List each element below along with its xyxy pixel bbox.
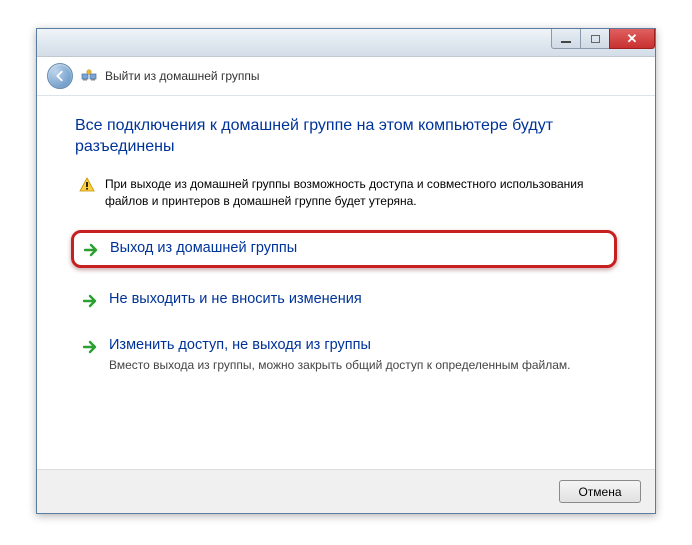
option-body: Выход из домашней группы	[110, 239, 606, 258]
option-body: Изменить доступ, не выходя из группы Вме…	[109, 336, 611, 374]
cancel-button[interactable]: Отмена	[559, 480, 641, 503]
option-stay[interactable]: Не выходить и не вносить изменения	[75, 282, 617, 318]
window-controls: ✕	[552, 29, 655, 49]
option-title: Изменить доступ, не выходя из группы	[109, 336, 611, 355]
dialog-window: ✕ Выйти из домашней группы Все подключен…	[36, 28, 656, 514]
option-title: Выход из домашней группы	[110, 239, 606, 258]
close-button[interactable]: ✕	[609, 29, 655, 49]
warning-row: При выходе из домашней группы возможност…	[75, 176, 617, 211]
warning-icon	[79, 177, 95, 193]
minimize-button[interactable]	[551, 29, 581, 49]
maximize-button[interactable]	[580, 29, 610, 49]
homegroup-icon	[81, 68, 97, 84]
option-title: Не выходить и не вносить изменения	[109, 290, 611, 309]
option-body: Не выходить и не вносить изменения	[109, 290, 611, 309]
arrow-right-icon	[81, 292, 99, 310]
arrow-right-icon	[82, 241, 100, 259]
warning-text: При выходе из домашней группы возможност…	[105, 176, 617, 211]
footer: Отмена	[37, 469, 655, 513]
arrow-right-icon	[81, 338, 99, 356]
header-row: Выйти из домашней группы	[37, 57, 655, 96]
content-area: Все подключения к домашней группе на это…	[37, 96, 655, 382]
option-description: Вместо выхода из группы, можно закрыть о…	[109, 357, 611, 374]
back-arrow-icon	[53, 69, 67, 83]
main-heading: Все подключения к домашней группе на это…	[75, 116, 617, 158]
back-button[interactable]	[47, 63, 73, 89]
titlebar: ✕	[37, 29, 655, 57]
option-leave-homegroup[interactable]: Выход из домашней группы	[71, 230, 617, 268]
window-title: Выйти из домашней группы	[105, 69, 260, 83]
option-change-access[interactable]: Изменить доступ, не выходя из группы Вме…	[75, 328, 617, 382]
